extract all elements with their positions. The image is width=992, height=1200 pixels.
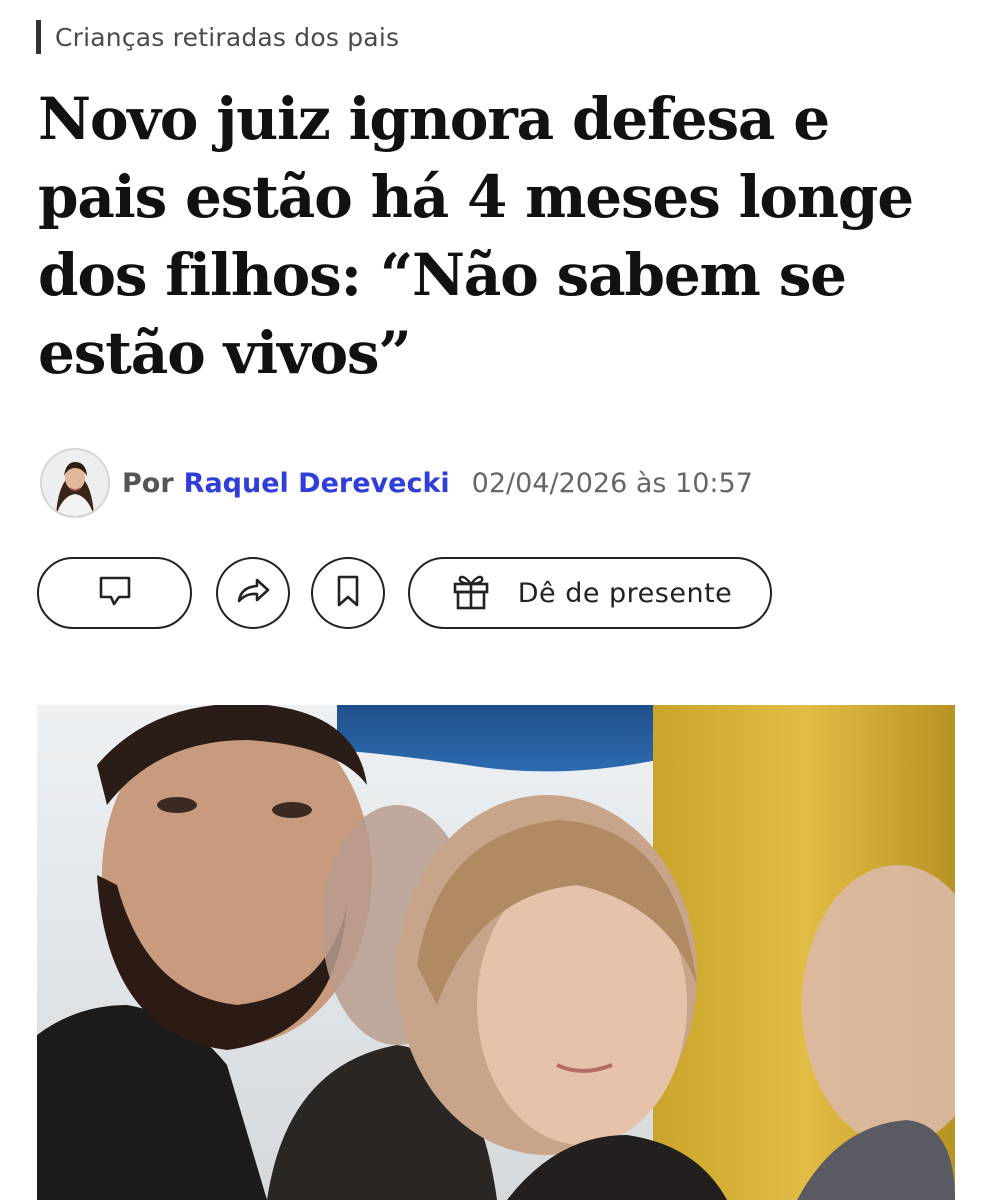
gift-icon	[448, 568, 494, 618]
gift-label: Dê de presente	[517, 577, 733, 609]
gift-button[interactable]: Dê de presente	[408, 557, 772, 629]
publish-date: 02/04/2026 às 10:57	[471, 467, 753, 499]
kicker-label: Crianças retiradas dos pais	[55, 22, 400, 52]
kicker-divider	[36, 20, 41, 54]
article-headline: Novo juiz ignora defesa e pais estão há …	[38, 85, 914, 387]
comment-button[interactable]	[37, 557, 192, 629]
save-button[interactable]	[311, 557, 385, 629]
byline: Por Raquel Derevecki 02/04/2026 às 10:57	[40, 447, 753, 519]
byline-prefix: Por	[122, 467, 174, 499]
bookmark-icon	[328, 571, 368, 615]
article-photo[interactable]	[37, 705, 955, 1200]
share-arrow-icon	[233, 571, 273, 615]
author-link[interactable]: Raquel Derevecki	[184, 468, 450, 499]
author-avatar[interactable]	[40, 448, 110, 518]
section-kicker[interactable]: Crianças retiradas dos pais	[36, 18, 399, 56]
speech-bubble-icon	[95, 571, 135, 615]
share-button[interactable]	[216, 557, 290, 629]
